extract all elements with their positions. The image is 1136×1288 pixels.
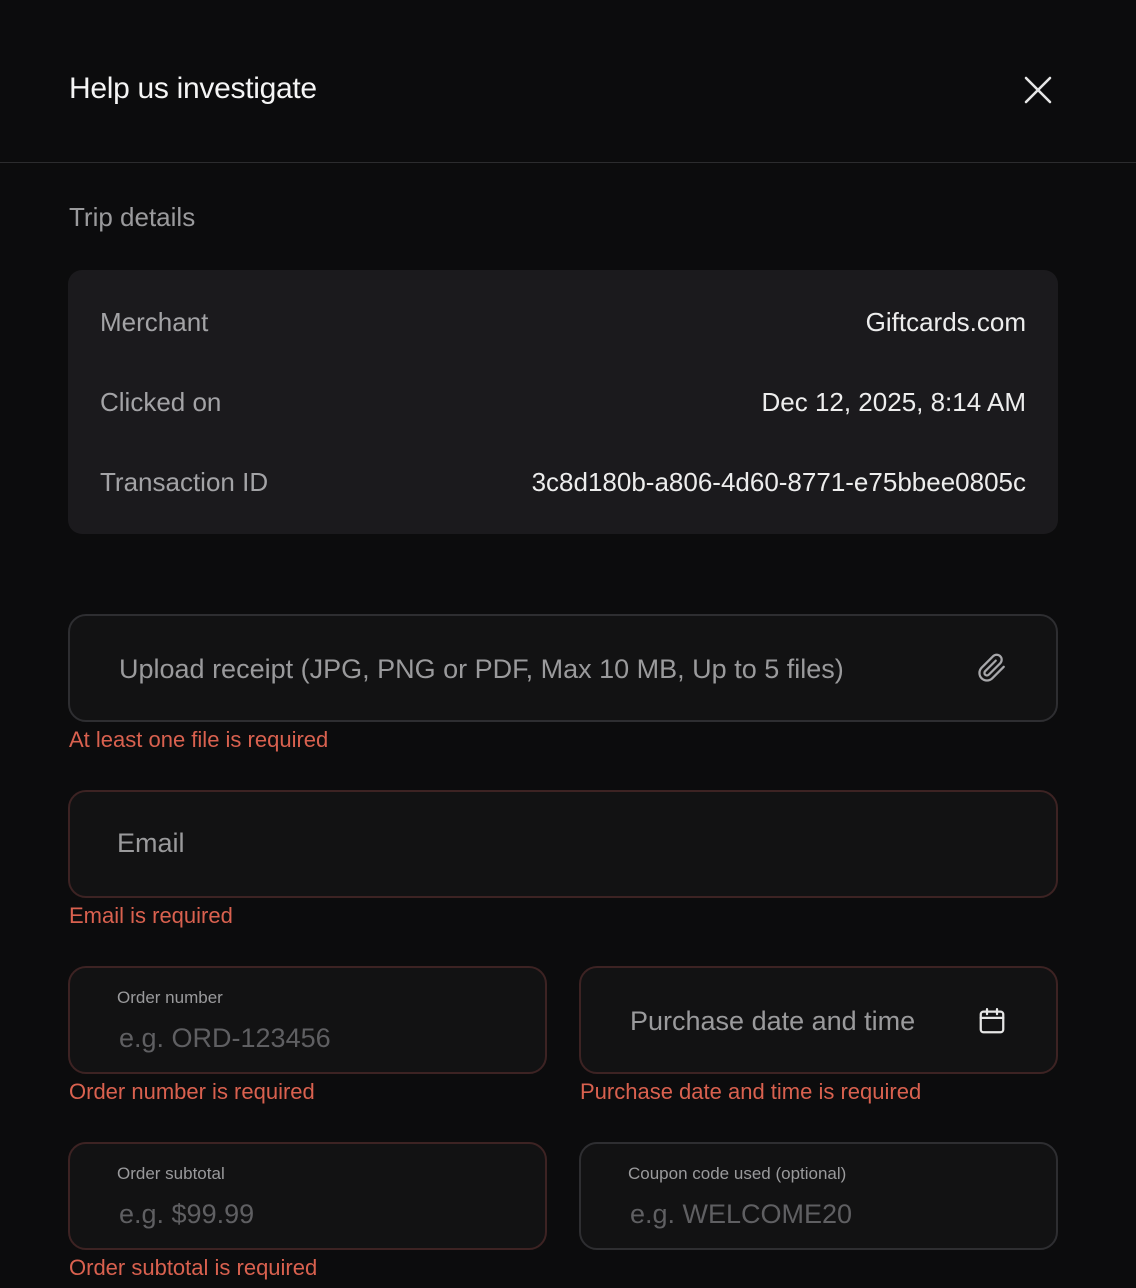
detail-key: Clicked on bbox=[100, 386, 222, 417]
order-subtotal-field[interactable]: Order subtotal e.g. $99.99 bbox=[68, 1142, 547, 1250]
detail-key: Transaction ID bbox=[100, 466, 269, 497]
email-error: Email is required bbox=[69, 903, 233, 928]
detail-key: Merchant bbox=[100, 306, 209, 337]
purchase-date-placeholder: Purchase date and time bbox=[630, 1006, 916, 1036]
detail-row-merchant: Merchant Giftcards.com bbox=[100, 302, 1026, 342]
coupon-code-placeholder: e.g. WELCOME20 bbox=[630, 1199, 853, 1229]
order-subtotal-placeholder: e.g. $99.99 bbox=[119, 1199, 255, 1229]
detail-row-clicked-on: Clicked on Dec 12, 2025, 8:14 AM bbox=[100, 382, 1026, 422]
order-subtotal-error: Order subtotal is required bbox=[69, 1255, 318, 1280]
order-number-field[interactable]: Order number e.g. ORD-123456 bbox=[68, 966, 547, 1074]
purchase-date-error: Purchase date and time is required bbox=[580, 1079, 922, 1104]
detail-row-transaction-id: Transaction ID 3c8d180b-a806-4d60-8771-e… bbox=[100, 462, 1026, 502]
detail-value: Giftcards.com bbox=[865, 306, 1026, 337]
coupon-code-label: Coupon code used (optional) bbox=[628, 1164, 847, 1183]
detail-value: Dec 12, 2025, 8:14 AM bbox=[761, 386, 1026, 417]
detail-value: 3c8d180b-a806-4d60-8771-e75bbee0805c bbox=[531, 466, 1026, 497]
trip-details-heading: Trip details bbox=[69, 202, 196, 232]
modal-title: Help us investigate bbox=[69, 72, 317, 105]
modal-header: Help us investigate bbox=[0, 0, 1136, 163]
trip-details-card: Merchant Giftcards.com Clicked on Dec 12… bbox=[68, 270, 1058, 534]
close-icon[interactable] bbox=[1016, 68, 1060, 112]
purchase-date-field[interactable]: Purchase date and time bbox=[579, 966, 1058, 1074]
upload-receipt-placeholder: Upload receipt (JPG, PNG or PDF, Max 10 … bbox=[119, 654, 844, 684]
upload-error: At least one file is required bbox=[69, 727, 329, 752]
email-placeholder: Email bbox=[117, 828, 185, 858]
order-number-error: Order number is required bbox=[69, 1079, 315, 1104]
coupon-code-field[interactable]: Coupon code used (optional) e.g. WELCOME… bbox=[579, 1142, 1058, 1250]
order-subtotal-label: Order subtotal bbox=[117, 1164, 225, 1183]
order-number-label: Order number bbox=[117, 988, 223, 1007]
paperclip-icon[interactable] bbox=[976, 652, 1008, 684]
upload-receipt-field[interactable]: Upload receipt (JPG, PNG or PDF, Max 10 … bbox=[68, 614, 1058, 722]
calendar-icon[interactable] bbox=[976, 1005, 1008, 1037]
order-number-placeholder: e.g. ORD-123456 bbox=[119, 1023, 331, 1053]
email-field[interactable]: Email bbox=[68, 790, 1058, 898]
